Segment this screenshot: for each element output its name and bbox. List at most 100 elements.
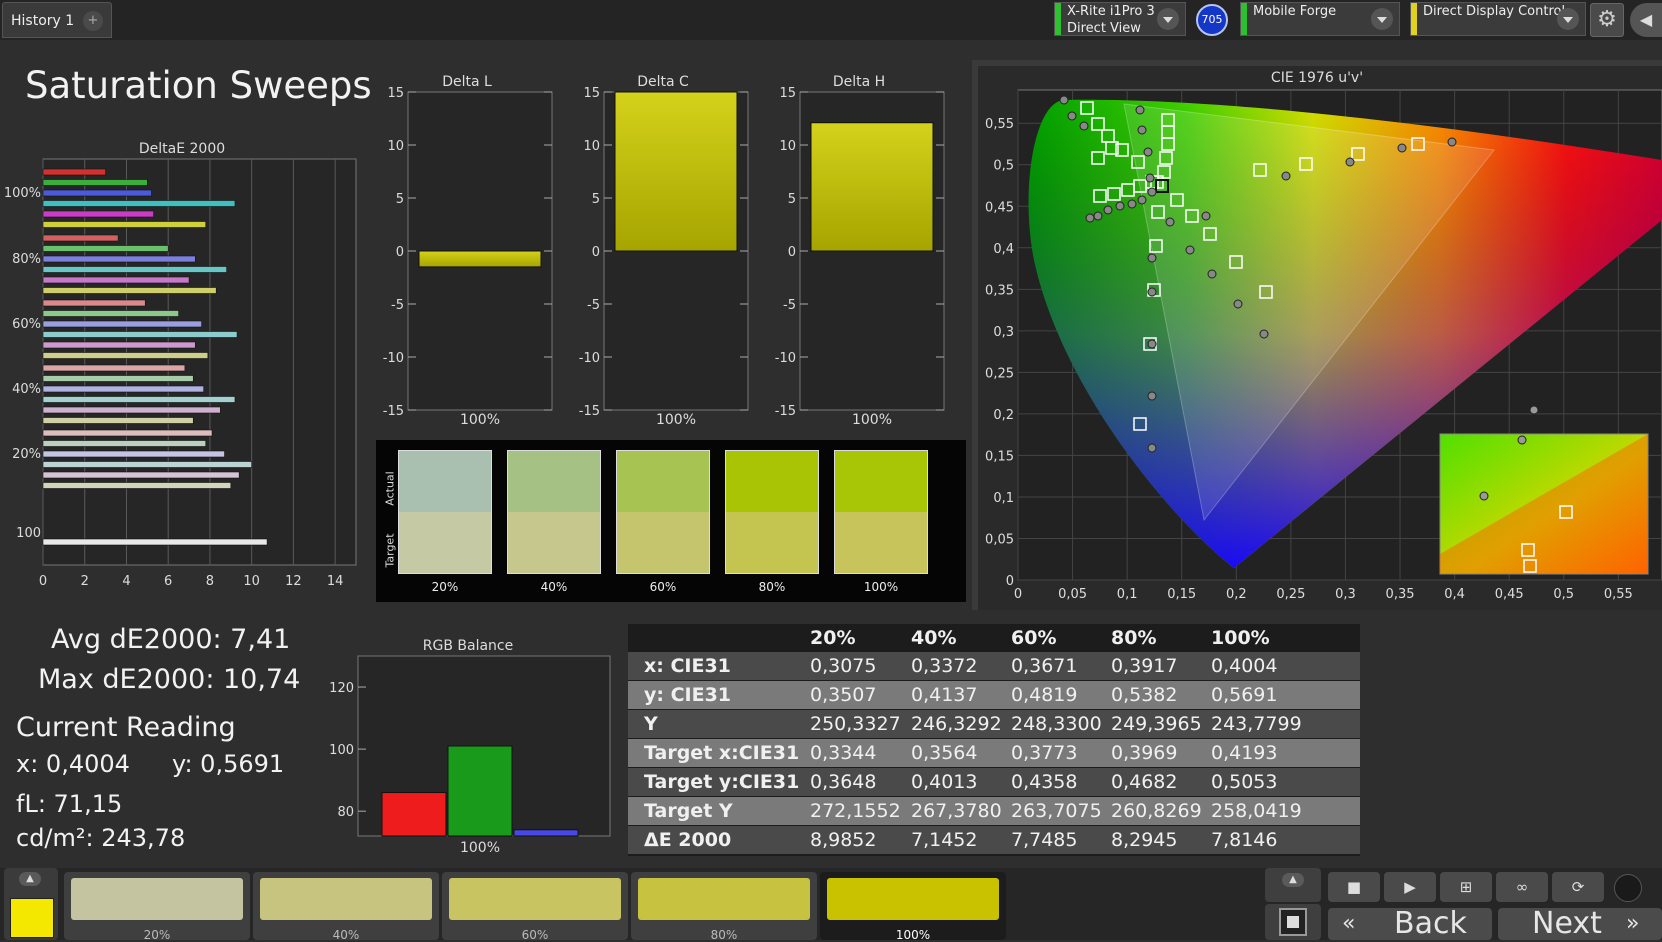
- gear-icon[interactable]: ⚙: [1590, 3, 1624, 37]
- measured-point: [1093, 211, 1103, 221]
- next-button[interactable]: Next »: [1498, 908, 1662, 940]
- cie-x-tick: 0,3: [1335, 587, 1356, 602]
- measured-point: [1115, 201, 1125, 211]
- table-cell: 263,7075: [1011, 800, 1102, 822]
- target-swatch: [726, 512, 818, 573]
- status-strip: [1241, 3, 1247, 35]
- delta-c-title: Delta C: [637, 74, 689, 90]
- cie-y-tick: 0,4: [993, 242, 1014, 257]
- table-cell: 0,3344: [810, 742, 877, 764]
- patch-button[interactable]: 100%: [820, 872, 1006, 942]
- back-button[interactable]: « Back: [1328, 908, 1492, 940]
- chevron-up-icon[interactable]: ▲: [19, 872, 41, 886]
- add-tab-button[interactable]: +: [83, 11, 103, 31]
- pattern-generator-selector[interactable]: Mobile Forge: [1240, 2, 1400, 36]
- target-swatch: [508, 512, 600, 573]
- swatch-pair: [725, 450, 819, 574]
- measured-point: [1147, 443, 1157, 453]
- fl-value: fL: 71,15: [16, 790, 123, 818]
- page-title: Saturation Sweeps: [25, 64, 372, 107]
- patch-button[interactable]: 60%: [442, 872, 628, 942]
- measured-point: [1147, 339, 1157, 349]
- deltae-bar: [42, 440, 207, 447]
- table-row: ΔE 2000 8,9852 7,1452 7,7485 8,2945 7,8146: [628, 826, 1360, 854]
- play-button[interactable]: ▶: [1384, 872, 1436, 902]
- deltae-bar: [42, 234, 119, 242]
- table-row: Target Y 272,1552 267,3780 263,7075 260,8269…: [628, 797, 1360, 825]
- measured-point: [1103, 205, 1113, 215]
- cie-x-tick: 0,45: [1495, 587, 1524, 602]
- patch-button[interactable]: 40%: [253, 872, 439, 942]
- deltae-bar: [42, 429, 213, 437]
- table-header-cell: 60%: [1011, 627, 1057, 649]
- current-color-panel[interactable]: ▲: [4, 868, 58, 940]
- meter-selector[interactable]: X-Rite i1Pro 3 Direct View: [1054, 2, 1186, 36]
- chevron-down-icon[interactable]: [1557, 8, 1579, 30]
- cie-title: CIE 1976 u'v': [1271, 70, 1363, 86]
- swatch-pair: [616, 450, 710, 574]
- delta-l-chart: Delta L 15 10 5 0 -5 -10 -15 100%: [383, 74, 553, 428]
- table-cell: 8,2945: [1111, 829, 1178, 851]
- deltae-chart-title: DeltaE 2000: [139, 141, 225, 157]
- table-cell: 272,1552: [810, 800, 901, 822]
- stop-inner: [1287, 916, 1299, 928]
- stop-square-button[interactable]: [1265, 904, 1321, 940]
- actual-swatch: [399, 451, 491, 512]
- patch-color: [827, 878, 999, 920]
- deltae-x-ticks: 0 2 4 6 8 10 12 14: [39, 574, 344, 589]
- deltae-bar: [42, 210, 154, 218]
- table-cell: 0,4004: [1211, 655, 1278, 677]
- stop-button[interactable]: ■: [1328, 872, 1380, 902]
- deltae-bar: [42, 450, 225, 458]
- table-row-label: y: CIE31: [644, 684, 732, 706]
- generator-name: Mobile Forge: [1253, 4, 1337, 19]
- target-swatch: [617, 512, 709, 573]
- delta-l-bar: [418, 250, 542, 268]
- deltae-bar: [42, 287, 217, 294]
- refresh-button[interactable]: ⟳: [1552, 872, 1604, 902]
- cie-x-tick: 0,35: [1386, 587, 1415, 602]
- deltae-x-tick: 10: [243, 574, 260, 589]
- cie-y-tick: 0,35: [985, 283, 1014, 298]
- chevron-down-icon[interactable]: [1157, 8, 1179, 30]
- read-series-button[interactable]: ⊞: [1440, 872, 1492, 902]
- deltae-bar: [42, 396, 236, 403]
- rgb-red-bar: [381, 792, 447, 837]
- chevron-left-icon[interactable]: ◀: [1630, 3, 1662, 37]
- table-header-cell: 40%: [911, 627, 957, 649]
- cie-y-tick: 0,5: [993, 159, 1014, 174]
- delta-y-tick: 5: [788, 192, 796, 207]
- chevron-down-icon[interactable]: [1371, 8, 1393, 30]
- patch-button[interactable]: 80%: [631, 872, 817, 942]
- continuous-read-button[interactable]: ∞: [1496, 872, 1548, 902]
- deltae-y-label: 40%: [12, 382, 41, 397]
- swatch-pair: [507, 450, 601, 574]
- delta-y-tick: -15: [579, 404, 600, 419]
- measured-point: [1147, 391, 1157, 401]
- status-strip: [1411, 3, 1417, 35]
- patch-button[interactable]: 20%: [64, 872, 250, 942]
- target-swatch: [835, 512, 927, 573]
- table-cell: 249,3965: [1111, 713, 1202, 735]
- table-cell: 243,7799: [1211, 713, 1302, 735]
- chevron-up-icon[interactable]: ▲: [1282, 873, 1304, 887]
- deltae-bar: [42, 168, 106, 176]
- deltae-bar: [42, 299, 146, 307]
- deltae-y-label: 20%: [12, 447, 41, 462]
- rgb-y-tick: 100: [329, 743, 354, 758]
- panel-collapse-button[interactable]: ▲: [1265, 868, 1321, 902]
- display-control-selector[interactable]: Direct Display Control: [1410, 2, 1586, 36]
- deltae-bar: [42, 461, 252, 468]
- deltae-bar: [42, 385, 204, 393]
- meter-badge[interactable]: 705: [1196, 4, 1228, 36]
- current-reading-label: Current Reading: [16, 712, 236, 743]
- cie-y-tick: 0,25: [985, 366, 1014, 381]
- measured-point: [1397, 143, 1407, 153]
- actual-swatch: [617, 451, 709, 512]
- measured-point: [1233, 299, 1243, 309]
- delta-y-tick: 10: [583, 139, 600, 154]
- target-label: Target: [383, 533, 397, 568]
- swatch-label: 20%: [431, 580, 459, 594]
- cie-y-tick: 0,05: [985, 532, 1014, 547]
- tab-history-1[interactable]: History 1 +: [2, 2, 112, 38]
